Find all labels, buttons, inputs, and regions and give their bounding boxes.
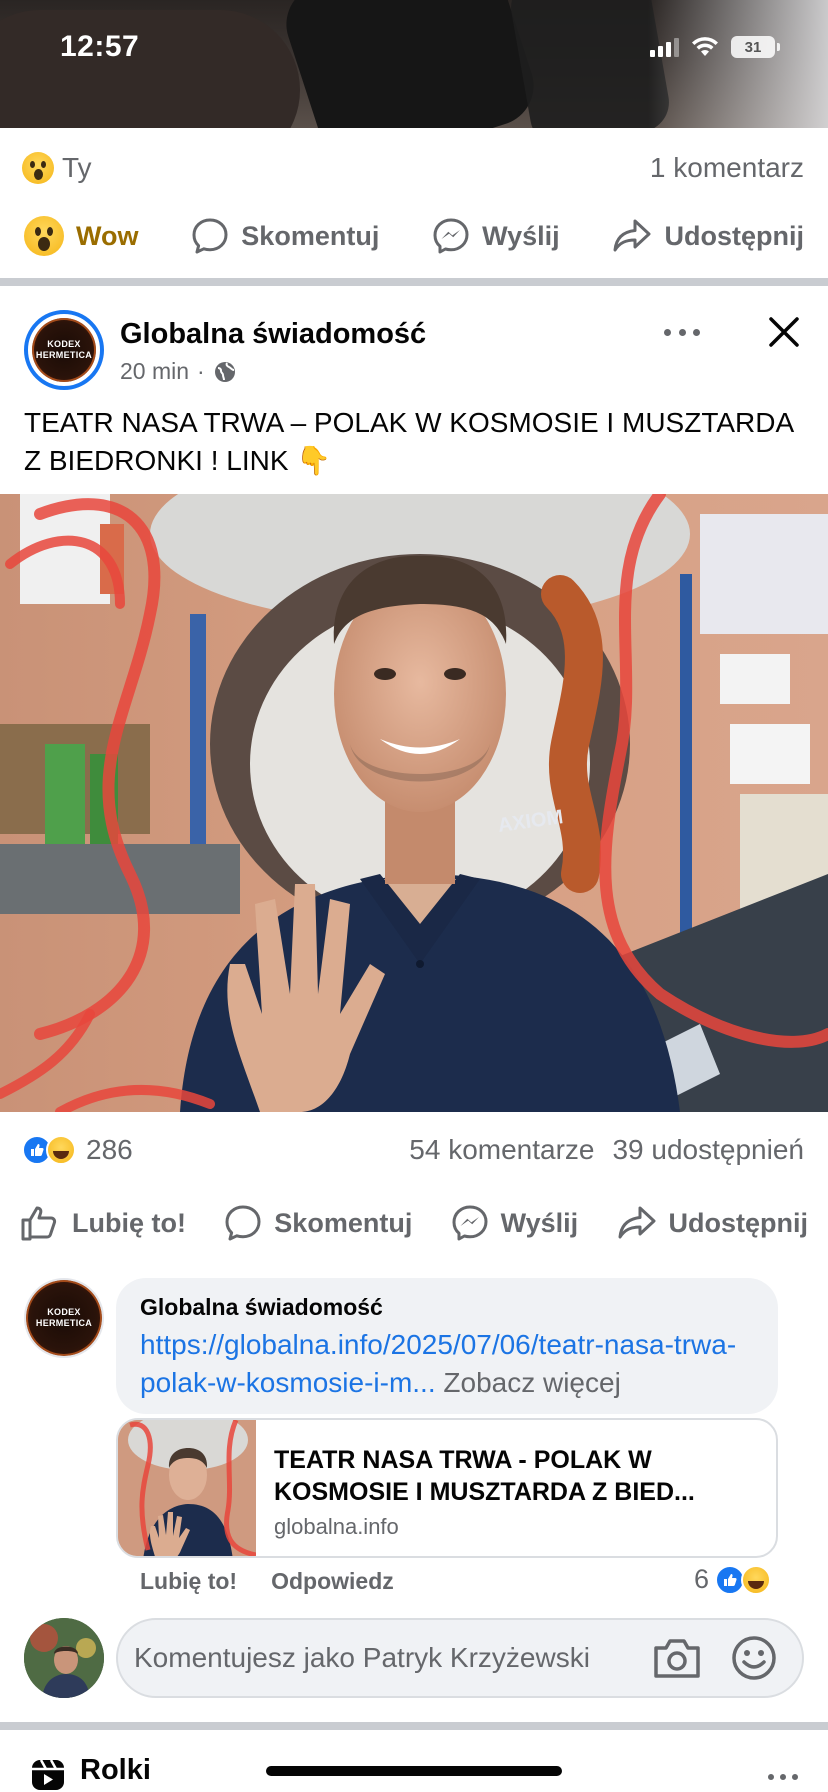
comment-label: Skomentuj (241, 220, 380, 251)
author-avatar[interactable]: KODEX HERMETICA (24, 310, 104, 390)
wifi-icon (692, 37, 718, 56)
thumbs-up-icon (21, 1206, 57, 1241)
share-label: Udostępnij (664, 220, 804, 251)
comment-reactions[interactable]: 6 (694, 1564, 772, 1595)
comment-label: Skomentuj (274, 1207, 413, 1238)
camera-icon[interactable] (652, 1636, 702, 1680)
post-text: TEATR NASA TRWA – POLAK W KOSMOSIE I MUS… (24, 407, 793, 476)
comment-button[interactable]: Skomentuj (191, 217, 379, 255)
comment-like-button[interactable]: Lubię to! (140, 1568, 237, 1595)
share-arrow-icon (613, 219, 651, 252)
reels-icon[interactable] (30, 1756, 66, 1792)
messenger-icon (433, 218, 469, 254)
post-image[interactable]: AXIOM (0, 494, 828, 1112)
comment-author-avatar[interactable]: KODEX HERMETICA (24, 1278, 104, 1358)
messenger-icon (452, 1205, 488, 1241)
wow-label: Wow (76, 220, 139, 251)
comment-author-name[interactable]: Globalna świadomość (140, 1294, 383, 1321)
send-button[interactable]: Wyślij (451, 1204, 579, 1242)
current-user-avatar[interactable] (24, 1618, 104, 1698)
comment-button[interactable]: Skomentuj (224, 1204, 412, 1242)
astronaut-photo: AXIOM (0, 494, 828, 1112)
wow-emoji-icon (22, 152, 54, 184)
post-stats: 54 komentarze 39 udostępnień (409, 1134, 804, 1166)
previous-post-actions: Wow Skomentuj Wyślij Udostępnij (24, 216, 804, 256)
comment-actions: Lubię to! Odpowiedz (140, 1568, 394, 1595)
send-label: Wyślij (500, 1207, 579, 1238)
kodex-hermetica-logo: KODEX HERMETICA (32, 318, 96, 382)
post-actions: Lubię to! Skomentuj Wyślij Udostępnij (20, 1204, 808, 1242)
see-more-link[interactable]: Zobacz więcej (443, 1367, 620, 1398)
wow-emoji-icon (24, 216, 64, 256)
link-preview-title: TEATR NASA TRWA - POLAK W KOSMOSIE I MUS… (274, 1446, 695, 1506)
comment-reaction-count: 6 (694, 1564, 710, 1594)
share-button[interactable]: Udostępnij (617, 1204, 809, 1242)
send-label: Wyślij (482, 220, 560, 251)
close-icon[interactable] (766, 314, 802, 350)
reels-more-icon[interactable] (768, 1774, 798, 1780)
globe-icon (214, 361, 235, 382)
like-label: Lubię to! (72, 1207, 186, 1238)
like-button[interactable]: Lubię to! (20, 1204, 186, 1242)
more-options-icon[interactable] (664, 314, 700, 350)
cellular-signal-icon (650, 37, 679, 57)
comment-bubble-icon (225, 1205, 261, 1241)
post-author-name[interactable]: Globalna świadomość (120, 318, 426, 351)
link-preview-card[interactable]: TEATR NASA TRWA - POLAK W KOSMOSIE I MUS… (116, 1418, 778, 1558)
comment-bubble-icon (192, 218, 228, 254)
share-arrow-icon (618, 1206, 655, 1239)
reels-section-title[interactable]: Rolki (80, 1754, 151, 1787)
post-time[interactable]: 20 min (120, 358, 189, 385)
status-icons: 31 (650, 36, 780, 58)
emoji-icon[interactable] (730, 1634, 778, 1682)
haha-reaction-icon (46, 1135, 76, 1165)
battery-indicator: 31 (731, 36, 780, 58)
status-time: 12:57 (60, 30, 140, 63)
previous-post-photo[interactable] (0, 0, 828, 128)
share-label: Udostępnij (668, 1207, 809, 1238)
reactions-summary[interactable]: 286 (22, 1134, 133, 1166)
reaction-by-label: Ty (62, 152, 92, 183)
send-button[interactable]: Wyślij (432, 217, 560, 255)
section-divider (0, 1722, 828, 1730)
post-meta: 20 min · (120, 358, 237, 385)
post-divider (0, 278, 828, 286)
haha-reaction-icon (741, 1564, 772, 1595)
link-preview-domain: globalna.info (274, 1514, 399, 1539)
wow-reaction-button[interactable]: Wow (24, 216, 139, 256)
reactions-count: 286 (86, 1134, 133, 1165)
meta-separator: · (197, 358, 205, 384)
share-button[interactable]: Udostępnij (612, 217, 804, 255)
link-preview-thumbnail (118, 1420, 256, 1556)
comment-body: https://globalna.info/2025/07/06/teatr-n… (140, 1326, 770, 1402)
comment-input-placeholder: Komentujesz jako Patryk Krzyżewski (134, 1642, 590, 1673)
kodex-hermetica-logo: KODEX HERMETICA (26, 1280, 102, 1356)
home-indicator[interactable] (266, 1766, 562, 1776)
shares-count[interactable]: 39 udostępnień (612, 1134, 804, 1166)
comment-reply-button[interactable]: Odpowiedz (271, 1568, 394, 1595)
previous-post-comment-count[interactable]: 1 komentarz (650, 152, 804, 184)
previous-post-reaction-summary[interactable]: Ty (22, 152, 92, 184)
comments-count[interactable]: 54 komentarze (409, 1134, 594, 1166)
comment-link[interactable]: https://globalna.info/2025/07/06/teatr-n… (140, 1329, 736, 1398)
